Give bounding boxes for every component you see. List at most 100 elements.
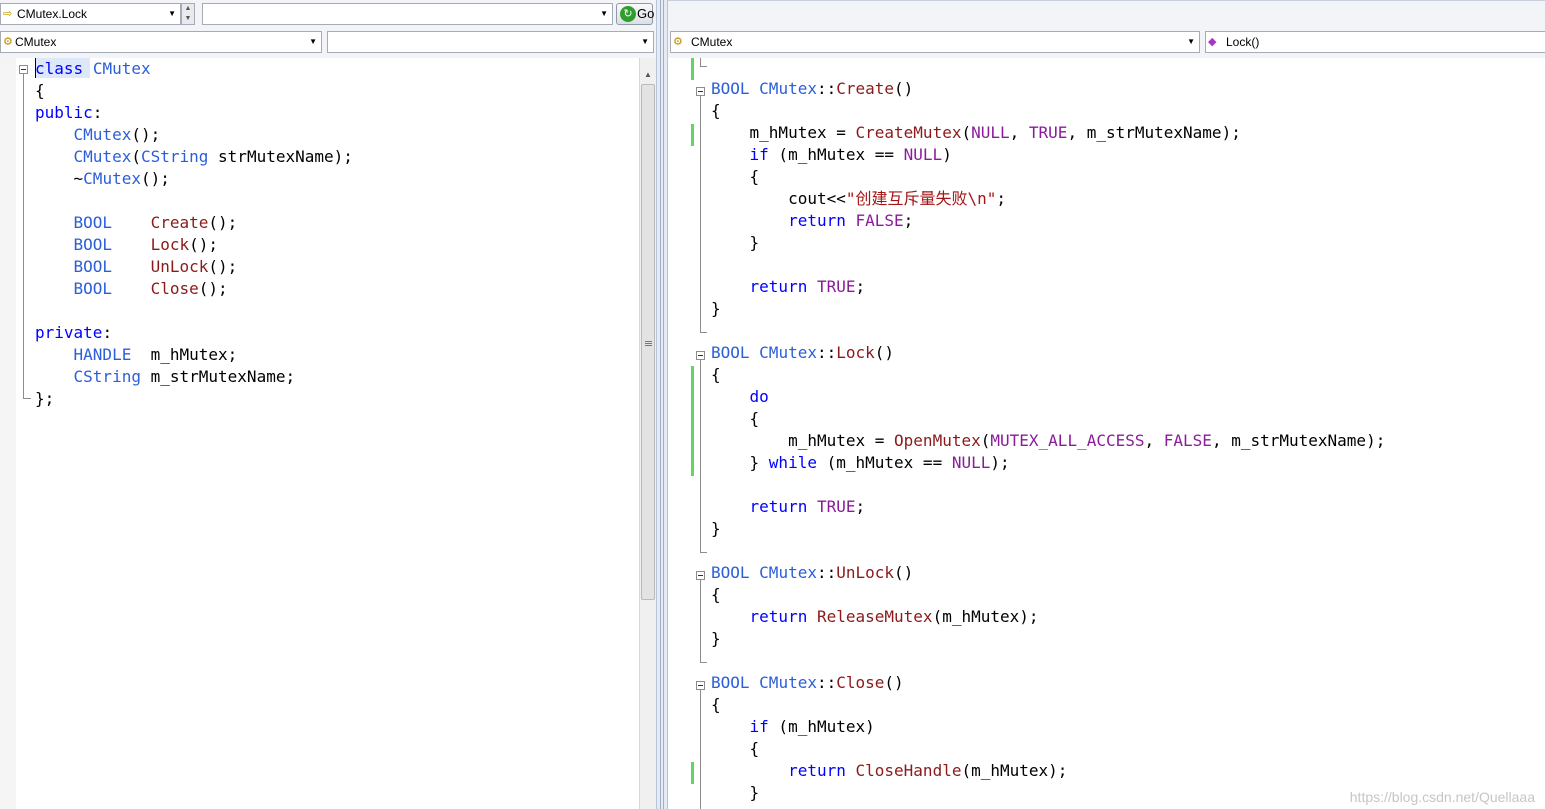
code-line[interactable]: { bbox=[35, 80, 353, 102]
code-token: Lock bbox=[836, 343, 875, 362]
code-line[interactable]: { bbox=[711, 364, 1385, 386]
code-token: UnLock bbox=[836, 563, 895, 582]
code-line[interactable]: HANDLE m_hMutex; bbox=[35, 344, 353, 366]
location-combo-2[interactable]: ▼ bbox=[202, 3, 613, 25]
code-token: return bbox=[788, 211, 846, 230]
code-line[interactable] bbox=[711, 540, 1385, 562]
change-bar bbox=[691, 124, 694, 146]
fold-toggle[interactable] bbox=[696, 571, 705, 580]
code-line[interactable]: private: bbox=[35, 322, 353, 344]
code-token: { bbox=[711, 409, 760, 428]
code-token: BOOL bbox=[711, 79, 750, 98]
code-line[interactable]: cout<<"创建互斥量失败\n"; bbox=[711, 188, 1385, 210]
code-token: while bbox=[768, 453, 817, 472]
code-line[interactable] bbox=[711, 56, 1385, 78]
code-line[interactable] bbox=[35, 300, 353, 322]
code-line[interactable] bbox=[711, 474, 1385, 496]
chevron-down-icon: ▼ bbox=[1187, 37, 1195, 46]
pane-splitter[interactable] bbox=[656, 0, 668, 809]
chevron-down-icon: ▼ bbox=[600, 9, 608, 18]
code-token: ; bbox=[903, 211, 914, 230]
fold-toggle[interactable] bbox=[696, 87, 705, 96]
code-line[interactable]: } bbox=[711, 782, 1385, 804]
code-line[interactable]: } bbox=[711, 298, 1385, 320]
code-line[interactable] bbox=[711, 254, 1385, 276]
code-line[interactable] bbox=[35, 190, 353, 212]
code-line[interactable]: CMutex(CString strMutexName); bbox=[35, 146, 353, 168]
fold-toggle[interactable] bbox=[19, 65, 28, 74]
code-line[interactable]: return ReleaseMutex(m_hMutex); bbox=[711, 606, 1385, 628]
code-token: CMutex bbox=[73, 125, 132, 144]
code-token: do bbox=[749, 387, 769, 406]
scroll-up-arrow-icon[interactable]: ▲ bbox=[644, 70, 652, 79]
go-button[interactable]: ↻ Go bbox=[616, 3, 654, 25]
code-line[interactable]: if (m_hMutex == NULL) bbox=[711, 144, 1385, 166]
code-line[interactable]: BOOL UnLock(); bbox=[35, 256, 353, 278]
code-token: } bbox=[711, 629, 721, 648]
code-token: Close bbox=[836, 673, 885, 692]
fold-toggle[interactable] bbox=[696, 351, 705, 360]
code-token: public bbox=[35, 103, 93, 122]
code-token: , m_strMutexName); bbox=[1067, 123, 1241, 142]
left-member-combo[interactable]: ▼ bbox=[327, 31, 654, 53]
left-scrollbar-thumb[interactable] bbox=[641, 84, 655, 600]
code-line[interactable]: CMutex(); bbox=[35, 124, 353, 146]
code-line[interactable]: BOOL CMutex::Close() bbox=[711, 672, 1385, 694]
code-token: , bbox=[1009, 123, 1029, 142]
code-line[interactable]: } while (m_hMutex == NULL); bbox=[711, 452, 1385, 474]
code-line[interactable]: }; bbox=[35, 388, 353, 410]
right-member-combo[interactable]: ◆ Lock() bbox=[1205, 31, 1545, 53]
code-line[interactable]: return FALSE; bbox=[711, 210, 1385, 232]
code-line[interactable] bbox=[711, 650, 1385, 672]
code-line[interactable]: { bbox=[711, 694, 1385, 716]
code-token: ReleaseMutex bbox=[816, 607, 933, 626]
code-line[interactable]: m_hMutex = CreateMutex(NULL, TRUE, m_str… bbox=[711, 122, 1385, 144]
code-line[interactable]: BOOL Lock(); bbox=[35, 234, 353, 256]
code-line[interactable]: BOOL Close(); bbox=[35, 278, 353, 300]
code-line[interactable]: { bbox=[711, 166, 1385, 188]
code-line[interactable]: { bbox=[711, 100, 1385, 122]
code-line[interactable]: class CMutex bbox=[35, 58, 353, 80]
code-line[interactable]: { bbox=[711, 408, 1385, 430]
code-line[interactable]: return TRUE; bbox=[711, 276, 1385, 298]
code-line[interactable]: public: bbox=[35, 102, 353, 124]
fold-toggle[interactable] bbox=[696, 681, 705, 690]
code-token: (m_hMutex) bbox=[768, 717, 875, 736]
left-editor[interactable]: class CMutex{public: CMutex(); CMutex(CS… bbox=[0, 58, 639, 809]
code-token: return bbox=[749, 607, 808, 626]
code-line[interactable]: } bbox=[711, 232, 1385, 254]
right-class-combo[interactable]: ⚙ CMutex ▼ bbox=[670, 31, 1200, 53]
code-line[interactable] bbox=[711, 320, 1385, 342]
location-combo[interactable]: ⇨ CMutex.Lock ▼ bbox=[0, 3, 181, 25]
code-line[interactable]: if (m_hMutex) bbox=[711, 716, 1385, 738]
left-vertical-scrollbar[interactable]: ▲ bbox=[639, 58, 656, 809]
code-line[interactable]: m_hMutex = OpenMutex(MUTEX_ALL_ACCESS, F… bbox=[711, 430, 1385, 452]
code-line[interactable]: do bbox=[711, 386, 1385, 408]
code-line[interactable]: } bbox=[711, 628, 1385, 650]
code-line[interactable]: { bbox=[711, 738, 1385, 760]
code-line[interactable]: } bbox=[711, 518, 1385, 540]
code-line[interactable]: { bbox=[711, 584, 1385, 606]
code-line[interactable]: BOOL Create(); bbox=[35, 212, 353, 234]
code-line[interactable]: CString m_strMutexName; bbox=[35, 366, 353, 388]
code-line[interactable]: BOOL CMutex::Lock() bbox=[711, 342, 1385, 364]
code-line[interactable]: BOOL CMutex::Create() bbox=[711, 78, 1385, 100]
code-line[interactable]: BOOL CMutex::UnLock() bbox=[711, 562, 1385, 584]
location-spinner[interactable]: ▲ ▼ bbox=[181, 3, 195, 25]
code-token: CString bbox=[140, 147, 209, 166]
code-token: { bbox=[711, 365, 721, 384]
code-line[interactable]: return CloseHandle(m_hMutex); bbox=[711, 760, 1385, 782]
right-editor[interactable]: BOOL CMutex::Create(){ m_hMutex = Create… bbox=[668, 58, 1545, 809]
code-token: }; bbox=[35, 389, 55, 408]
code-token: UnLock bbox=[150, 257, 209, 276]
left-class-combo[interactable]: ⚙ CMutex ▼ bbox=[0, 31, 322, 53]
code-line[interactable]: return TRUE; bbox=[711, 496, 1385, 518]
code-line[interactable]: ~CMutex(); bbox=[35, 168, 353, 190]
